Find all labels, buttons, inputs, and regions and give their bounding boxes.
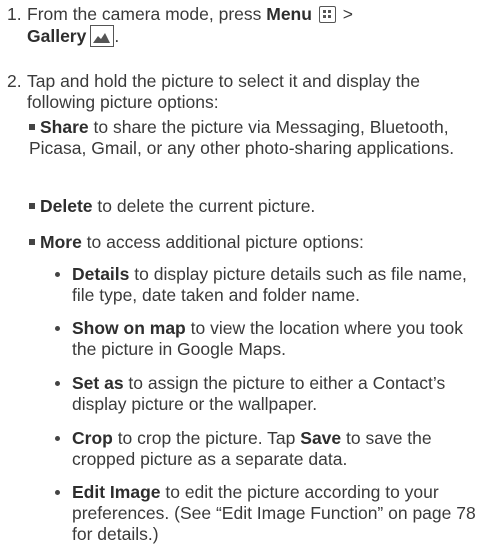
menu-key-icon (318, 6, 336, 23)
more-option-crop: Crop to crop the picture. Tap Save to sa… (55, 428, 487, 470)
dot-bullet-icon (55, 490, 60, 495)
gallery-icon (90, 25, 115, 47)
save-label: Save (300, 428, 342, 448)
step-text: Tap and hold the picture to select it an… (27, 71, 421, 112)
option-text: to display picture details such as file … (72, 264, 467, 305)
option-text: to assign the picture to either a Contac… (72, 373, 446, 414)
square-bullet-icon (29, 124, 35, 130)
more-option-set-as: Set as to assign the picture to either a… (55, 373, 487, 415)
option-share: Share to share the picture via Messaging… (29, 117, 477, 159)
step-1: 1. From the camera mode, press Menu > Ga… (7, 4, 477, 47)
option-label: Edit Image (72, 482, 161, 502)
option-label: Share (40, 117, 89, 137)
step-body: From the camera mode, press Menu > Galle… (27, 4, 477, 47)
more-option-edit-image: Edit Image to edit the picture according… (55, 482, 487, 545)
step-2: 2. Tap and hold the picture to select it… (7, 71, 482, 113)
more-option-details: Details to display picture details such … (55, 264, 487, 306)
option-text: to delete the current picture. (92, 196, 316, 216)
step-number: 2. (7, 71, 22, 91)
gallery-label: Gallery (27, 26, 87, 46)
option-text: to access additional picture options: (81, 232, 364, 252)
dot-bullet-icon (55, 436, 60, 441)
square-bullet-icon (29, 203, 35, 209)
option-label: Crop (72, 428, 113, 448)
step-number: 1. (7, 4, 22, 24)
end-punct: . (114, 26, 120, 46)
step-body: Tap and hold the picture to select it an… (27, 71, 482, 113)
option-more: More to access additional picture option… (29, 232, 477, 253)
option-label: Set as (72, 373, 124, 393)
step-text: From the camera mode, press (27, 4, 267, 24)
instruction-page: 1. From the camera mode, press Menu > Ga… (0, 0, 487, 554)
menu-label: Menu (266, 4, 312, 24)
dot-bullet-icon (55, 272, 60, 277)
square-bullet-icon (29, 239, 35, 245)
separator: > (337, 4, 353, 24)
option-text: to crop the picture. Tap (112, 428, 301, 448)
option-text: to share the picture via Messaging, Blue… (29, 117, 455, 158)
option-label: Details (72, 264, 130, 284)
option-delete: Delete to delete the current picture. (29, 196, 477, 217)
more-option-show-on-map: Show on map to view the location where y… (55, 318, 487, 360)
dot-bullet-icon (55, 326, 60, 331)
dot-bullet-icon (55, 381, 60, 386)
option-label: Show on map (72, 318, 186, 338)
option-label: Delete (40, 196, 93, 216)
option-label: More (40, 232, 82, 252)
